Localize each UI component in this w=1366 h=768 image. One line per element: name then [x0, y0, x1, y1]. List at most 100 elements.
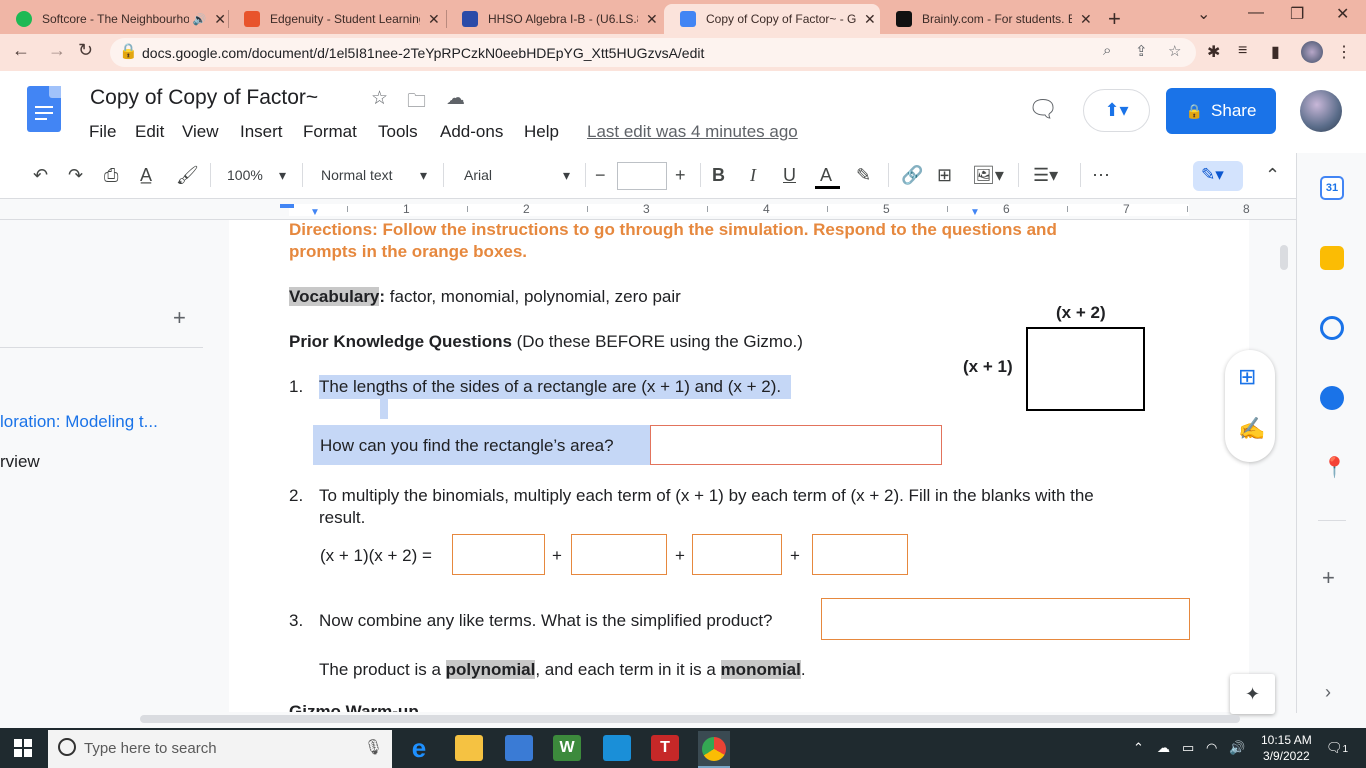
spellcheck-icon[interactable]: A̲ [140, 165, 152, 186]
close-icon[interactable]: ✕ [864, 11, 876, 28]
media-icon[interactable]: ≡ [1238, 42, 1247, 60]
keep-icon[interactable] [1320, 246, 1344, 270]
bold-button[interactable]: B [712, 165, 725, 186]
close-icon[interactable]: ✕ [428, 11, 440, 28]
side-panel-icon[interactable]: ▮ [1271, 42, 1280, 62]
docs-logo-icon[interactable] [27, 86, 61, 132]
menu-help[interactable]: Help [524, 122, 559, 142]
forward-icon[interactable]: → [48, 40, 66, 61]
comments-icon[interactable]: 🗨 [1028, 95, 1058, 124]
print-icon[interactable]: ⎙ [104, 165, 118, 186]
add-heading-icon[interactable]: + [173, 305, 186, 331]
undo-icon[interactable]: ↶ [33, 165, 48, 186]
tab-google-docs[interactable]: Copy of Copy of Factor~ - Google Docs ✕ [664, 4, 880, 34]
zoom-icon[interactable]: ⌕ [1103, 42, 1111, 59]
align-icon[interactable]: ☰▾ [1033, 165, 1058, 186]
minimize-icon[interactable]: — [1248, 4, 1264, 22]
bookmark-star-icon[interactable]: ☆ [1168, 42, 1181, 60]
close-icon[interactable]: ✕ [214, 11, 226, 28]
onedrive-icon[interactable]: ☁ [1157, 740, 1170, 756]
url-text[interactable]: docs.google.com/document/d/1el5I81nee-2T… [142, 45, 704, 61]
tasks-icon[interactable] [1320, 316, 1344, 340]
present-button[interactable]: ⬆▾ [1083, 89, 1150, 132]
style-select[interactable]: Normal text [321, 167, 393, 183]
close-icon[interactable]: ✕ [646, 11, 658, 28]
vertical-scrollbar-thumb[interactable] [1280, 245, 1288, 270]
share-page-icon[interactable]: ⇪ [1135, 42, 1148, 60]
chevron-down-icon[interactable]: ▾ [420, 167, 427, 184]
contacts-icon[interactable] [1320, 386, 1344, 410]
increase-font-icon[interactable]: + [675, 165, 686, 186]
windows-start-icon[interactable] [14, 739, 32, 757]
blank-box-4[interactable] [812, 534, 908, 575]
link-icon[interactable]: 🔗 [901, 165, 923, 186]
chevron-down-icon[interactable]: ▾ [279, 167, 286, 184]
new-tab-button[interactable]: + [1108, 6, 1121, 32]
app-s-icon[interactable] [603, 735, 631, 761]
microphone-icon[interactable]: 🎙 [364, 738, 383, 756]
menu-edit[interactable]: Edit [135, 122, 164, 142]
close-icon[interactable]: ✕ [1080, 11, 1092, 28]
maps-icon[interactable]: 📍 [1322, 455, 1347, 480]
chrome-taskbar-button[interactable] [698, 731, 730, 768]
first-line-indent-marker[interactable] [280, 204, 294, 208]
italic-button[interactable]: I [750, 165, 756, 186]
menu-addons[interactable]: Add-ons [440, 122, 503, 142]
blank-box-1[interactable] [452, 534, 545, 575]
account-avatar[interactable] [1300, 90, 1342, 132]
window-close-icon[interactable]: ✕ [1336, 4, 1349, 24]
redo-icon[interactable]: ↷ [68, 165, 83, 186]
tray-chevron-icon[interactable]: ⌃ [1133, 740, 1144, 756]
star-icon[interactable]: ☆ [371, 87, 388, 110]
menu-file[interactable]: File [89, 122, 116, 142]
tab-hhso[interactable]: HHSO Algebra I-B - (U6.LS.8) ✕ [446, 4, 662, 34]
lock-icon[interactable]: 🔒 [119, 42, 138, 60]
insert-image-icon[interactable]: 🖼▾ [972, 165, 1004, 186]
right-indent-marker[interactable]: ▼ [970, 207, 980, 218]
reload-icon[interactable]: ↻ [78, 40, 93, 61]
add-comment-icon[interactable]: ⊞ [937, 165, 952, 186]
store-icon[interactable] [505, 735, 533, 761]
taskbar-clock[interactable]: 10:15 AM 3/9/2022 [1261, 732, 1312, 764]
answer-box-area[interactable] [650, 425, 942, 465]
app-w-icon[interactable]: W [553, 735, 581, 761]
editing-mode-button[interactable]: ✎▾ [1193, 161, 1243, 191]
simplified-product-box[interactable] [821, 598, 1190, 640]
calendar-icon[interactable]: 31 [1320, 176, 1344, 200]
tab-search-icon[interactable]: ⌄ [1197, 4, 1210, 24]
tab-spotify[interactable]: Softcore - The Neighbourhood 🔊 ✕ [0, 4, 226, 34]
document-page[interactable]: Directions: Follow the instructions to g… [229, 220, 1249, 712]
back-icon[interactable]: ← [12, 40, 30, 61]
more-options-icon[interactable]: ⋯ [1092, 165, 1110, 186]
outline-item-overview[interactable]: rview [0, 452, 40, 472]
wifi-icon[interactable]: ◠ [1206, 740, 1217, 756]
underline-button[interactable]: U [783, 165, 796, 186]
suggest-edit-icon[interactable]: ✍ [1238, 416, 1265, 442]
explore-button[interactable]: ✦ [1230, 674, 1275, 714]
menu-insert[interactable]: Insert [240, 122, 283, 142]
battery-icon[interactable]: ▭ [1182, 740, 1194, 756]
zoom-select[interactable]: 100% [227, 167, 263, 183]
app-t-icon[interactable]: T [651, 735, 679, 761]
last-edit-link[interactable]: Last edit was 4 minutes ago [587, 122, 798, 142]
add-comment-icon[interactable]: ⊞ [1238, 364, 1256, 390]
collapse-icon[interactable]: ⌃ [1265, 165, 1280, 186]
font-size-input[interactable] [617, 162, 667, 190]
volume-icon[interactable]: 🔊 [1229, 740, 1245, 756]
cloud-status-icon[interactable]: ☁ [446, 87, 465, 110]
expand-panel-icon[interactable]: › [1325, 682, 1331, 703]
get-addons-icon[interactable]: + [1322, 565, 1335, 591]
move-folder-icon[interactable]: 🗀 [407, 87, 426, 119]
paint-format-icon[interactable]: 🖌 [176, 165, 199, 186]
chrome-menu-icon[interactable]: ⋮ [1336, 42, 1352, 62]
document-title[interactable]: Copy of Copy of Factor~ [90, 86, 318, 110]
horizontal-scrollbar[interactable] [140, 715, 1240, 723]
file-explorer-icon[interactable] [455, 735, 483, 761]
outline-item-exploration[interactable]: loration: Modeling t... [0, 412, 158, 432]
taskbar-search-placeholder[interactable]: Type here to search [84, 740, 217, 757]
tab-edgenuity[interactable]: Edgenuity - Student Learning ✕ [228, 4, 446, 34]
notifications-icon[interactable]: 🗨1 [1326, 740, 1348, 756]
menu-view[interactable]: View [182, 122, 219, 142]
edge-icon[interactable]: e [405, 735, 433, 761]
blank-box-3[interactable] [692, 534, 782, 575]
